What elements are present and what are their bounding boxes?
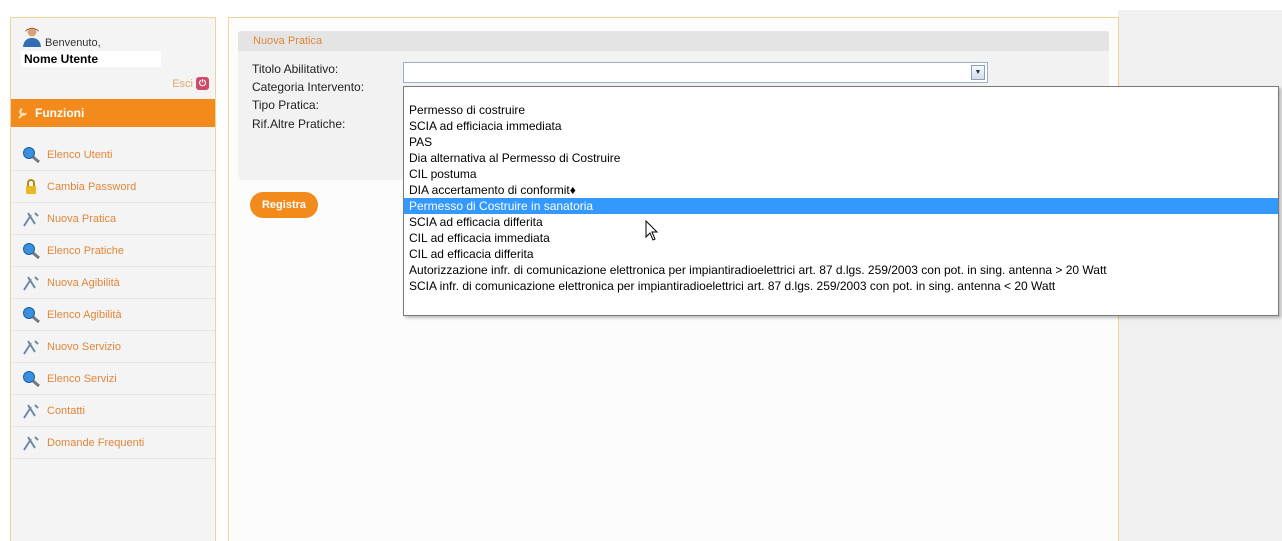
sidebar-item-nuova-pratica[interactable]: Nuova Pratica <box>11 203 215 235</box>
dropdown-option[interactable]: SCIA ad efficacia differita <box>404 214 1278 230</box>
dropdown-option[interactable]: PAS <box>404 134 1278 150</box>
lock-icon <box>26 178 36 194</box>
dropdown-option[interactable]: Permesso di costruire <box>404 102 1278 118</box>
tools-icon <box>23 211 39 227</box>
register-button[interactable]: Registra <box>250 192 318 218</box>
dropdown-option[interactable]: CIL ad efficacia immediata <box>404 230 1278 246</box>
sidebar-item-label[interactable]: Contatti <box>47 405 85 417</box>
tools-icon <box>23 339 39 355</box>
sidebar-item-elenco-servizi[interactable]: Elenco Servizi <box>11 363 215 395</box>
dropdown-option[interactable]: DIA accertamento di conformit♦ <box>404 182 1278 198</box>
sidebar-item-label[interactable]: Nuova Agibilità <box>47 277 120 289</box>
dropdown-option[interactable]: Autorizzazione infr. di comunicazione el… <box>404 262 1278 278</box>
sidebar-item-label[interactable]: Nuovo Servizio <box>47 341 121 353</box>
sidebar-item-label[interactable]: Elenco Pratiche <box>47 245 124 257</box>
functions-icon <box>18 108 27 119</box>
dropdown-option[interactable]: CIL postuma <box>404 166 1278 182</box>
sidebar: Benvenuto, Nome Utente Esci ⏻ Funzioni E… <box>10 17 216 541</box>
sidebar-item-label[interactable]: Cambia Password <box>47 181 136 193</box>
mouse-cursor-icon <box>645 220 659 241</box>
top-strip <box>0 0 1282 10</box>
functions-label: Funzioni <box>35 106 85 120</box>
sidebar-item-label[interactable]: Elenco Servizi <box>47 373 117 385</box>
sidebar-item-label[interactable]: Nuova Pratica <box>47 213 116 225</box>
sidebar-menu: Elenco Utenti Cambia Password Nuova Prat… <box>11 139 215 459</box>
sidebar-item-label[interactable]: Elenco Agibilità <box>47 309 122 321</box>
sidebar-item-nuovo-servizio[interactable]: Nuovo Servizio <box>11 331 215 363</box>
dropdown-option[interactable]: Permesso di Costruire in sanatoria <box>404 198 1278 214</box>
sidebar-item-label[interactable]: Domande Frequenti <box>47 437 144 449</box>
sidebar-item-label[interactable]: Elenco Utenti <box>47 149 112 161</box>
tipo-pratica-label: Tipo Pratica: <box>252 98 319 112</box>
user-search-icon <box>23 370 40 387</box>
exit-link[interactable]: Esci ⏻ <box>172 77 209 90</box>
sidebar-item-contatti[interactable]: Contatti <box>11 395 215 427</box>
sidebar-item-cambia-password[interactable]: Cambia Password <box>11 171 215 203</box>
functions-header: Funzioni <box>11 99 215 127</box>
tools-icon <box>23 435 39 451</box>
power-icon[interactable]: ⏻ <box>196 77 209 90</box>
titolo-abilitativo-select[interactable]: ▼ <box>403 62 988 83</box>
welcome-box: Benvenuto, Nome Utente <box>21 26 211 74</box>
section-title: Nuova Pratica <box>238 31 1109 51</box>
user-search-icon <box>23 146 40 163</box>
rif-altre-pratiche-label: Rif.Altre Pratiche: <box>252 117 346 131</box>
sidebar-item-nuova-agibilita[interactable]: Nuova Agibilità <box>11 267 215 299</box>
user-search-icon <box>23 306 40 323</box>
username: Nome Utente <box>21 51 161 67</box>
user-avatar-icon <box>23 27 41 47</box>
tools-icon <box>23 403 39 419</box>
sidebar-item-elenco-agibilita[interactable]: Elenco Agibilità <box>11 299 215 331</box>
dropdown-option[interactable]: SCIA ad efficiacia immediata <box>404 118 1278 134</box>
categoria-intervento-label: Categoria Intervento: <box>252 80 365 94</box>
welcome-text: Benvenuto, <box>45 37 101 49</box>
titolo-abilitativo-dropdown-list: Permesso di costruire SCIA ad efficiacia… <box>403 86 1279 316</box>
tools-icon <box>23 275 39 291</box>
dropdown-option[interactable]: SCIA infr. di comunicazione elettronica … <box>404 278 1278 294</box>
dropdown-option[interactable]: Dia alternativa al Permesso di Costruire <box>404 150 1278 166</box>
titolo-abilitativo-label: Titolo Abilitativo: <box>252 62 339 76</box>
user-search-icon <box>23 242 40 259</box>
exit-label[interactable]: Esci <box>172 78 193 90</box>
sidebar-item-elenco-pratiche[interactable]: Elenco Pratiche <box>11 235 215 267</box>
chevron-down-icon[interactable]: ▼ <box>971 65 985 80</box>
sidebar-item-domande-frequenti[interactable]: Domande Frequenti <box>11 427 215 459</box>
sidebar-item-elenco-utenti[interactable]: Elenco Utenti <box>11 139 215 171</box>
dropdown-option[interactable]: CIL ad efficacia differita <box>404 246 1278 262</box>
